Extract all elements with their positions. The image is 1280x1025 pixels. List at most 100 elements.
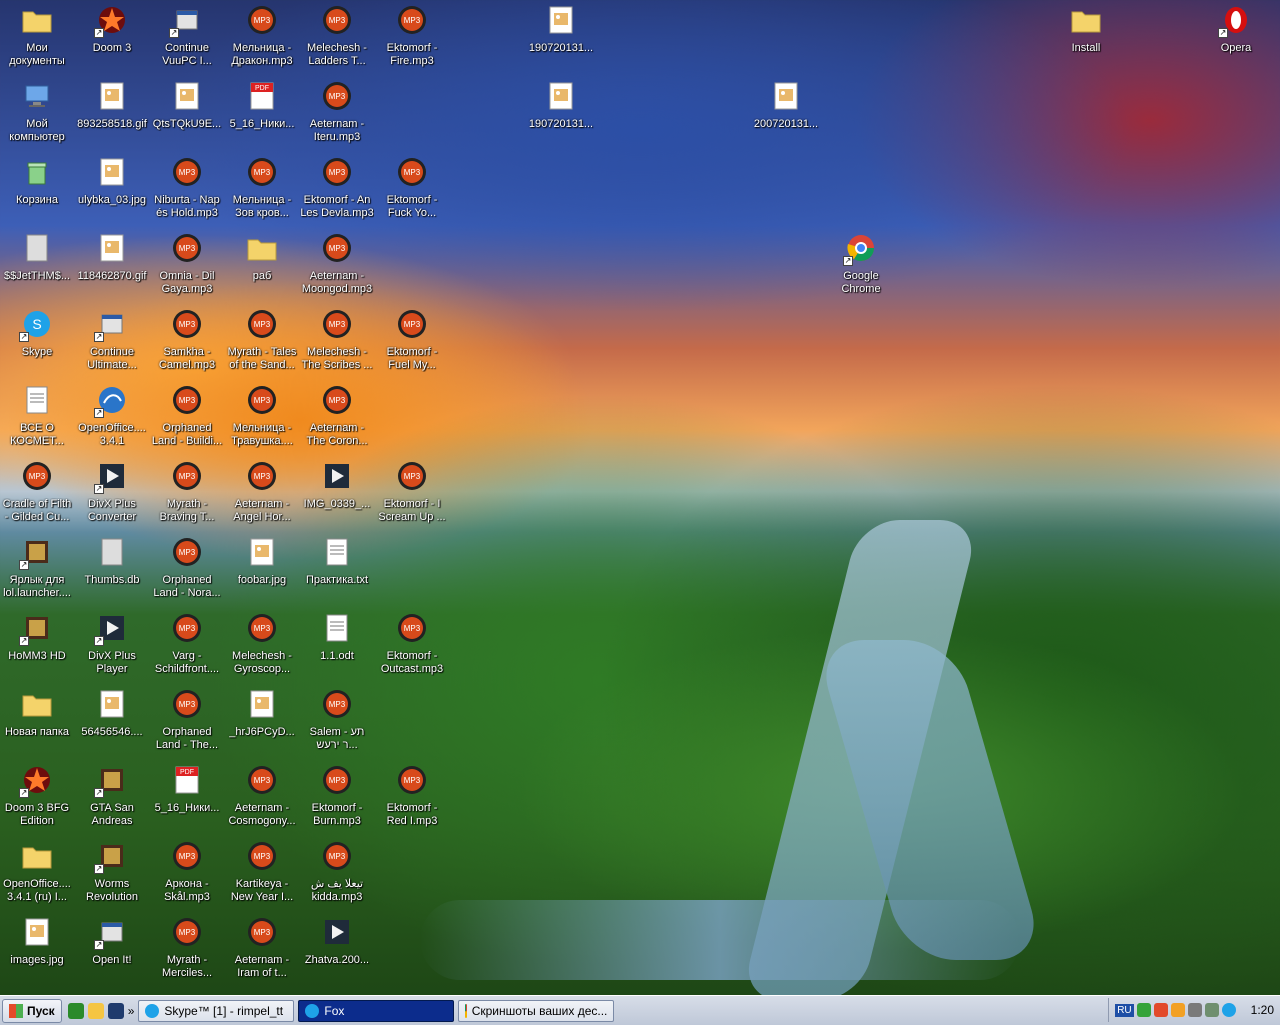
quick-launch-app-3-icon[interactable]: [107, 1002, 124, 1019]
desktop-icon-mp3[interactable]: MP3 Melechesh - Ladders T...: [300, 0, 374, 74]
desktop-icon-image[interactable]: ulybka_03.jpg: [75, 152, 149, 226]
desktop-icon-mp3[interactable]: MP3 Melechesh - The Scribes ...: [300, 304, 374, 378]
desktop-icon-mp3[interactable]: MP3 Ektomorf - Fuck Yo...: [375, 152, 449, 226]
desktop-icon-mp3[interactable]: MP3 Kartikeya - New Year I...: [225, 836, 299, 910]
desktop-icon-game[interactable]: ↗ GTA San Andreas: [75, 760, 149, 834]
desktop-icon-document[interactable]: 1.1.odt: [300, 608, 374, 682]
desktop-icon-mp3[interactable]: MP3 Aeternam - Moongod.mp3: [300, 228, 374, 302]
desktop-icon-mp3[interactable]: MP3 Omnia - Dil Gaya.mp3: [150, 228, 224, 302]
chrome-icon: [465, 1003, 467, 1018]
language-indicator[interactable]: RU: [1115, 1003, 1134, 1017]
desktop-icon-mp3[interactable]: MP3 Melechesh - Gyroscop...: [225, 608, 299, 682]
desktop-icon-label: Samkha - Camel.mp3: [158, 346, 216, 371]
desktop-icon-image[interactable]: 200720131...: [749, 76, 823, 150]
desktop-icon-game[interactable]: ↗ Ярлык для lol.launcher....: [0, 532, 74, 606]
desktop-icon-image[interactable]: QtsTQkU9E...: [150, 76, 224, 150]
desktop-icon-label: 118462870.gif: [77, 270, 147, 282]
mp3-icon: MP3: [396, 460, 428, 492]
desktop-icon-folder[interactable]: Мои документы: [0, 0, 74, 74]
desktop-icon-game[interactable]: ↗ HoMM3 HD: [0, 608, 74, 682]
desktop-icon-folder[interactable]: Install: [1049, 0, 1123, 74]
desktop-icon-mp3[interactable]: MP3 Salem - תע ר ירעש...: [300, 684, 374, 758]
document-icon: [321, 612, 353, 644]
taskbar-item-chrome[interactable]: Скриншоты ваших дес...: [458, 999, 615, 1022]
desktop-icon-file[interactable]: Thumbs.db: [75, 532, 149, 606]
desktop-icon-doom[interactable]: ↗ Doom 3: [75, 0, 149, 74]
desktop-icon-divx[interactable]: ↗ DivX Plus Converter: [75, 456, 149, 530]
desktop-icon-folder[interactable]: OpenOffice.... 3.4.1 (ru) I...: [0, 836, 74, 910]
desktop-icon-mp3[interactable]: MP3 Аркона - Skål.mp3: [150, 836, 224, 910]
desktop-icon-doom[interactable]: ↗ Doom 3 BFG Edition: [0, 760, 74, 834]
desktop-icon-document[interactable]: Практика.txt: [300, 532, 374, 606]
desktop-icon-label: Аркона - Skål.mp3: [164, 878, 210, 903]
desktop-icon-image[interactable]: 56456546....: [75, 684, 149, 758]
tray-network-icon[interactable]: [1204, 1003, 1219, 1017]
clock[interactable]: 1:20: [1251, 1003, 1274, 1017]
quick-launch-chevron[interactable]: »: [128, 1004, 135, 1018]
desktop-icon-mp3[interactable]: MP3 Ektomorf - An Les Devla.mp3: [300, 152, 374, 226]
desktop-icon-folder[interactable]: раб: [225, 228, 299, 302]
desktop-icon-mp3[interactable]: MP3 Aeternam - Iram of t...: [225, 912, 299, 986]
tray-skype-icon[interactable]: [1221, 1003, 1236, 1017]
taskbar-item-skype[interactable]: Skype™ [1] - rimpel_tt: [138, 999, 295, 1022]
desktop-icon-mp3[interactable]: MP3 Ektomorf - Fuel My...: [375, 304, 449, 378]
desktop-icon-mp3[interactable]: MP3 Aeternam - Angel Hor...: [225, 456, 299, 530]
desktop-icon-mp3[interactable]: MP3 Мельница - Зов кров...: [225, 152, 299, 226]
quick-launch-app-1-icon[interactable]: [67, 1002, 84, 1019]
desktop-icon-pdf[interactable]: PDF 5_16_Ники...: [225, 76, 299, 150]
desktop-icon-file[interactable]: $$JetTHM$...: [0, 228, 74, 302]
desktop-icon-mp3[interactable]: MP3 Ektomorf - I Scream Up ...: [375, 456, 449, 530]
desktop-icon-mp3[interactable]: MP3 Ektomorf - Outcast.mp3: [375, 608, 449, 682]
desktop-icon-computer[interactable]: Мой компьютер: [0, 76, 74, 150]
desktop-icon-mp3[interactable]: MP3 Samkha - Camel.mp3: [150, 304, 224, 378]
desktop-icon-mp3[interactable]: MP3 Myrath - Tales of the Sand...: [225, 304, 299, 378]
desktop-icon-mp3[interactable]: MP3 Ektomorf - Fire.mp3: [375, 0, 449, 74]
desktop-icon-mp3[interactable]: MP3 Myrath - Merciles...: [150, 912, 224, 986]
desktop-icon-image[interactable]: _hrJ6PCyD...: [225, 684, 299, 758]
desktop-icon-mp3[interactable]: MP3 Ektomorf - Burn.mp3: [300, 760, 374, 834]
desktop-icon-mp3[interactable]: MP3 Myrath - Braving T...: [150, 456, 224, 530]
desktop-icon-image[interactable]: foobar.jpg: [225, 532, 299, 606]
desktop-icon-app[interactable]: ↗ Open It!: [75, 912, 149, 986]
desktop-icon-mp3[interactable]: MP3 Orphaned Land - Buildi...: [150, 380, 224, 454]
desktop-icon-game[interactable]: ↗ Worms Revolution: [75, 836, 149, 910]
desktop-icon-document[interactable]: ВСЕ О КОСМЕТ...: [0, 380, 74, 454]
desktop-icon-mp3[interactable]: MP3 Aeternam - The Coron...: [300, 380, 374, 454]
tray-shield-icon[interactable]: [1170, 1003, 1185, 1017]
desktop-icon-mp3[interactable]: MP3 Ektomorf - Red I.mp3: [375, 760, 449, 834]
desktop-icon-image[interactable]: 190720131...: [524, 0, 598, 74]
start-button[interactable]: Пуск: [2, 998, 62, 1023]
tray-volume-icon[interactable]: [1187, 1003, 1202, 1017]
desktop-icon-mp3[interactable]: MP3 Orphaned Land - The...: [150, 684, 224, 758]
desktop-icon-app[interactable]: ↗ Continue VuuPC I...: [150, 0, 224, 74]
desktop-icon-mp3[interactable]: MP3 Cradle of Filth - Gilded Cu...: [0, 456, 74, 530]
desktop-icon-recycle[interactable]: Корзина: [0, 152, 74, 226]
desktop-icon-mp3[interactable]: MP3 Niburta - Nap és Hold.mp3: [150, 152, 224, 226]
desktop-icon-openoffice[interactable]: ↗ OpenOffice.... 3.4.1: [75, 380, 149, 454]
desktop-icon-chrome[interactable]: ↗ Google Chrome: [824, 228, 898, 302]
desktop-icon-image[interactable]: 118462870.gif: [75, 228, 149, 302]
desktop-icon-image[interactable]: images.jpg: [0, 912, 74, 986]
desktop-icon-mp3[interactable]: MP3 تيعلا يف ش kidda.mp3: [300, 836, 374, 910]
desktop-icon-opera[interactable]: ↗ Opera: [1199, 0, 1273, 74]
desktop-icon-mp3[interactable]: MP3 Aeternam - Iteru.mp3: [300, 76, 374, 150]
desktop-icon-mp3[interactable]: MP3 Aeternam - Cosmogony...: [225, 760, 299, 834]
desktop-icon-divx[interactable]: ↗ DivX Plus Player: [75, 608, 149, 682]
desktop-icon-label: Мой компьютер: [9, 118, 65, 143]
desktop-icon-folder[interactable]: Новая папка: [0, 684, 74, 758]
desktop-icon-image[interactable]: 190720131...: [524, 76, 598, 150]
desktop-icon-mp3[interactable]: MP3 Varg - Schildfront....: [150, 608, 224, 682]
desktop-icon-mp3[interactable]: MP3 Orphaned Land - Nora...: [150, 532, 224, 606]
desktop-icon-divx[interactable]: Zhatva.200...: [300, 912, 374, 986]
desktop-icon-divx[interactable]: IMG_0339_...: [300, 456, 374, 530]
taskbar-item-fox[interactable]: Fox: [298, 999, 455, 1022]
tray-clover-icon[interactable]: [1136, 1003, 1151, 1017]
desktop-icon-pdf[interactable]: PDF 5_16_Ники...: [150, 760, 224, 834]
desktop-icon-mp3[interactable]: MP3 Мельница - Дракон.mp3: [225, 0, 299, 74]
tray-security-icon[interactable]: [1153, 1003, 1168, 1017]
desktop-icon-skype[interactable]: S ↗ Skype: [0, 304, 74, 378]
desktop-icon-app[interactable]: ↗ Continue Ultimate...: [75, 304, 149, 378]
quick-launch-app-2-icon[interactable]: [87, 1002, 104, 1019]
desktop-icon-mp3[interactable]: MP3 Мельница - Травушка....: [225, 380, 299, 454]
desktop-icon-image[interactable]: 893258518.gif: [75, 76, 149, 150]
